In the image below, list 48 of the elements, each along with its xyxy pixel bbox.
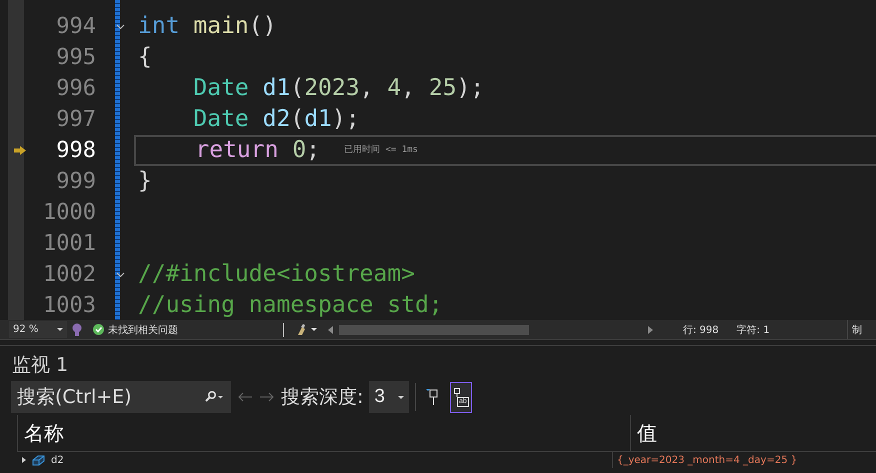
expand-triangle-icon[interactable] <box>22 457 26 463</box>
watch-name: d2 <box>51 454 64 466</box>
line-number: 996 <box>55 76 96 101</box>
caret-icon[interactable] <box>398 396 404 398</box>
column-header[interactable]: 值 <box>630 415 657 451</box>
issues-status[interactable]: 未找到相关问题 <box>108 322 178 336</box>
watch-title: 监视 1 <box>12 353 70 378</box>
code-line: Date d1(2023, 4, 25); <box>193 74 484 103</box>
code-line: } <box>138 167 152 196</box>
elapsed-time-hint: 已用时间 <= 1ms <box>344 144 418 157</box>
scroll-right-icon[interactable] <box>648 326 653 334</box>
pin-icon[interactable] <box>426 388 440 406</box>
line-number: 997 <box>55 107 96 132</box>
line-number: 995 <box>55 45 96 70</box>
broom-icon[interactable] <box>296 324 318 336</box>
horizontal-scrollbar[interactable] <box>339 324 529 334</box>
depth-label: 搜索深度: <box>281 385 364 410</box>
search-icon[interactable] <box>203 391 225 403</box>
collapse-chevron-icon[interactable] <box>116 272 124 278</box>
column-header[interactable]: 名称 <box>17 415 630 451</box>
code-line: { <box>138 43 152 72</box>
line-number: 1003 <box>42 293 96 318</box>
tab-mode-indicator[interactable]: 制 <box>847 320 876 339</box>
line-number: 999 <box>55 169 96 194</box>
code-line: int main() <box>138 12 276 41</box>
zoom-dropdown[interactable]: 92 % <box>9 321 67 338</box>
forward-arrow-icon[interactable] <box>259 392 275 402</box>
line-number: 998 <box>55 138 96 163</box>
line-number: 1002 <box>42 262 96 287</box>
code-line: //using namespace std; <box>138 291 443 320</box>
watch-value: {_year=2023 _month=4 _day=25 } <box>617 454 798 466</box>
code-line: //#include<iostream> <box>138 260 415 289</box>
search-field[interactable]: 搜索(Ctrl+E) <box>11 381 231 413</box>
line-number: 994 <box>55 14 96 39</box>
collapse-chevron-icon[interactable] <box>116 24 124 30</box>
check-circle-icon <box>93 324 104 335</box>
code-line: return 0; <box>195 136 320 165</box>
column-indicator: 字符: 1 <box>736 324 770 336</box>
code-line: Date d2(d1); <box>193 105 360 134</box>
line-number: 1000 <box>42 200 96 225</box>
line-indicator: 行: 998 <box>683 324 719 336</box>
pin-icon[interactable] <box>454 388 460 396</box>
depth-dropdown[interactable]: 3 <box>369 381 410 413</box>
line-number: 1001 <box>42 231 96 256</box>
back-arrow-icon[interactable] <box>237 392 253 402</box>
scroll-left-icon[interactable] <box>328 326 333 334</box>
caret-icon[interactable] <box>57 328 63 331</box>
object-icon <box>32 454 45 466</box>
